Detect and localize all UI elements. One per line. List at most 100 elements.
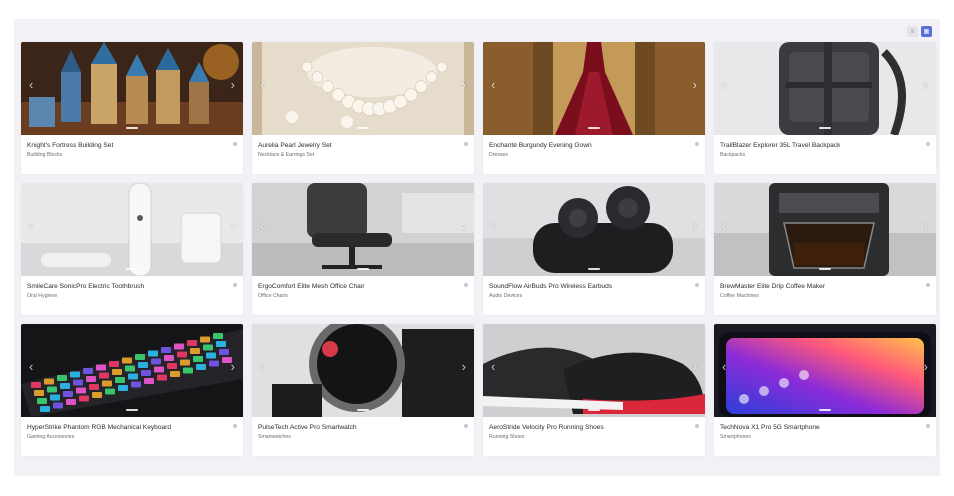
product-title[interactable]: SmileCare SonicPro Electric Toothbrush [27, 282, 227, 291]
carousel-prev-icon[interactable]: ‹ [260, 78, 264, 91]
list-icon: ≡ [910, 28, 915, 35]
product-photo [483, 42, 705, 135]
product-info: ErgoComfort Elite Mesh Office Chair Offi… [252, 276, 474, 315]
product-card[interactable]: ‹ › AeroStride Velocity Pro Running Shoe… [483, 324, 705, 456]
product-card[interactable]: ‹ › PulseTech Active Pro Smartwatch Smar… [252, 324, 474, 456]
more-options-icon[interactable] [695, 424, 699, 428]
carousel-next-icon[interactable]: › [693, 219, 697, 232]
product-image[interactable]: ‹ › [714, 324, 936, 417]
product-card[interactable]: ‹ › BrewMaster Elite Drip Coffee Maker C… [714, 183, 936, 315]
product-image[interactable]: ‹ › [21, 183, 243, 276]
more-options-icon[interactable] [233, 424, 237, 428]
product-title[interactable]: TechNova X1 Pro 5G Smartphone [720, 423, 920, 432]
product-category: Smartphones [720, 434, 751, 440]
product-title[interactable]: AeroStride Velocity Pro Running Shoes [489, 423, 689, 432]
grid-icon: ▦ [923, 28, 930, 35]
product-image[interactable]: ‹ › [483, 324, 705, 417]
product-title[interactable]: ErgoComfort Elite Mesh Office Chair [258, 282, 458, 291]
carousel-next-icon[interactable]: › [924, 219, 928, 232]
product-card[interactable]: ‹ › TechNova X1 Pro 5G Smartphone Smartp… [714, 324, 936, 456]
carousel-next-icon[interactable]: › [231, 360, 235, 373]
product-photo [252, 324, 474, 417]
product-title[interactable]: BrewMaster Elite Drip Coffee Maker [720, 282, 920, 291]
carousel-next-icon[interactable]: › [231, 78, 235, 91]
more-options-icon[interactable] [926, 283, 930, 287]
product-card[interactable]: ‹ › Aurelia Pearl Jewelry Set Necklace &… [252, 42, 474, 174]
product-card[interactable]: ‹ › SmileCare SonicPro Electric Toothbru… [21, 183, 243, 315]
more-options-icon[interactable] [233, 283, 237, 287]
more-options-icon[interactable] [695, 283, 699, 287]
product-photo [21, 183, 243, 276]
carousel-prev-icon[interactable]: ‹ [491, 219, 495, 232]
product-category: Oral Hygiene [27, 293, 58, 299]
product-grid: ‹ › Knight's Fortress Building Set Build… [21, 42, 936, 456]
more-options-icon[interactable] [464, 283, 468, 287]
product-photo [21, 324, 243, 417]
carousel-prev-icon[interactable]: ‹ [722, 78, 726, 91]
product-info: PulseTech Active Pro Smartwatch Smartwat… [252, 417, 474, 456]
more-options-icon[interactable] [926, 424, 930, 428]
more-options-icon[interactable] [233, 142, 237, 146]
product-title[interactable]: Enchanté Burgundy Evening Gown [489, 141, 689, 150]
product-card[interactable]: ‹ › Enchanté Burgundy Evening Gown Dress… [483, 42, 705, 174]
carousel-next-icon[interactable]: › [693, 78, 697, 91]
product-card[interactable]: ‹ › TrailBlazer Explorer 35L Travel Back… [714, 42, 936, 174]
product-category: Backpacks [720, 152, 746, 158]
carousel-prev-icon[interactable]: ‹ [491, 360, 495, 373]
product-title[interactable]: Knight's Fortress Building Set [27, 141, 227, 150]
product-card[interactable]: ‹ › ErgoComfort Elite Mesh Office Chair … [252, 183, 474, 315]
product-card[interactable]: ‹ › SoundFlow AirBuds Pro Wireless Earbu… [483, 183, 705, 315]
product-title[interactable]: Aurelia Pearl Jewelry Set [258, 141, 458, 150]
product-title[interactable]: PulseTech Active Pro Smartwatch [258, 423, 458, 432]
product-title[interactable]: TrailBlazer Explorer 35L Travel Backpack [720, 141, 920, 150]
carousel-prev-icon[interactable]: ‹ [29, 219, 33, 232]
product-image[interactable]: ‹ › [252, 324, 474, 417]
product-category: Smartwatches [258, 434, 291, 440]
product-category: Building Blocks [27, 152, 63, 158]
carousel-next-icon[interactable]: › [693, 360, 697, 373]
grid-view-button[interactable]: ▦ [921, 26, 932, 37]
product-image[interactable]: ‹ › [714, 42, 936, 135]
carousel-prev-icon[interactable]: ‹ [260, 360, 264, 373]
product-image[interactable]: ‹ › [21, 324, 243, 417]
carousel-prev-icon[interactable]: ‹ [260, 219, 264, 232]
product-title[interactable]: SoundFlow AirBuds Pro Wireless Earbuds [489, 282, 689, 291]
product-title[interactable]: HyperStrike Phantom RGB Mechanical Keybo… [27, 423, 227, 432]
carousel-indicator [126, 268, 138, 270]
carousel-next-icon[interactable]: › [924, 360, 928, 373]
carousel-indicator [126, 127, 138, 129]
carousel-indicator [819, 268, 831, 270]
carousel-next-icon[interactable]: › [924, 78, 928, 91]
product-image[interactable]: ‹ › [252, 183, 474, 276]
carousel-next-icon[interactable]: › [462, 360, 466, 373]
carousel-next-icon[interactable]: › [231, 219, 235, 232]
more-options-icon[interactable] [695, 142, 699, 146]
product-info: Aurelia Pearl Jewelry Set Necklace & Ear… [252, 135, 474, 174]
carousel-prev-icon[interactable]: ‹ [722, 360, 726, 373]
carousel-next-icon[interactable]: › [462, 219, 466, 232]
more-options-icon[interactable] [926, 142, 930, 146]
carousel-prev-icon[interactable]: ‹ [722, 219, 726, 232]
product-image[interactable]: ‹ › [252, 42, 474, 135]
list-view-button[interactable]: ≡ [907, 26, 918, 37]
product-category: Coffee Machines [720, 293, 759, 299]
carousel-next-icon[interactable]: › [462, 78, 466, 91]
product-card[interactable]: ‹ › HyperStrike Phantom RGB Mechanical K… [21, 324, 243, 456]
carousel-prev-icon[interactable]: ‹ [29, 360, 33, 373]
product-image[interactable]: ‹ › [483, 42, 705, 135]
more-options-icon[interactable] [464, 424, 468, 428]
product-image[interactable]: ‹ › [483, 183, 705, 276]
product-category: Office Chairs [258, 293, 288, 299]
product-info: AeroStride Velocity Pro Running Shoes Ru… [483, 417, 705, 456]
product-info: TechNova X1 Pro 5G Smartphone Smartphone… [714, 417, 936, 456]
product-info: SmileCare SonicPro Electric Toothbrush O… [21, 276, 243, 315]
product-image[interactable]: ‹ › [714, 183, 936, 276]
carousel-indicator [357, 127, 369, 129]
product-photo [483, 183, 705, 276]
product-info: TrailBlazer Explorer 35L Travel Backpack… [714, 135, 936, 174]
product-card[interactable]: ‹ › Knight's Fortress Building Set Build… [21, 42, 243, 174]
carousel-prev-icon[interactable]: ‹ [491, 78, 495, 91]
product-image[interactable]: ‹ › [21, 42, 243, 135]
carousel-prev-icon[interactable]: ‹ [29, 78, 33, 91]
more-options-icon[interactable] [464, 142, 468, 146]
